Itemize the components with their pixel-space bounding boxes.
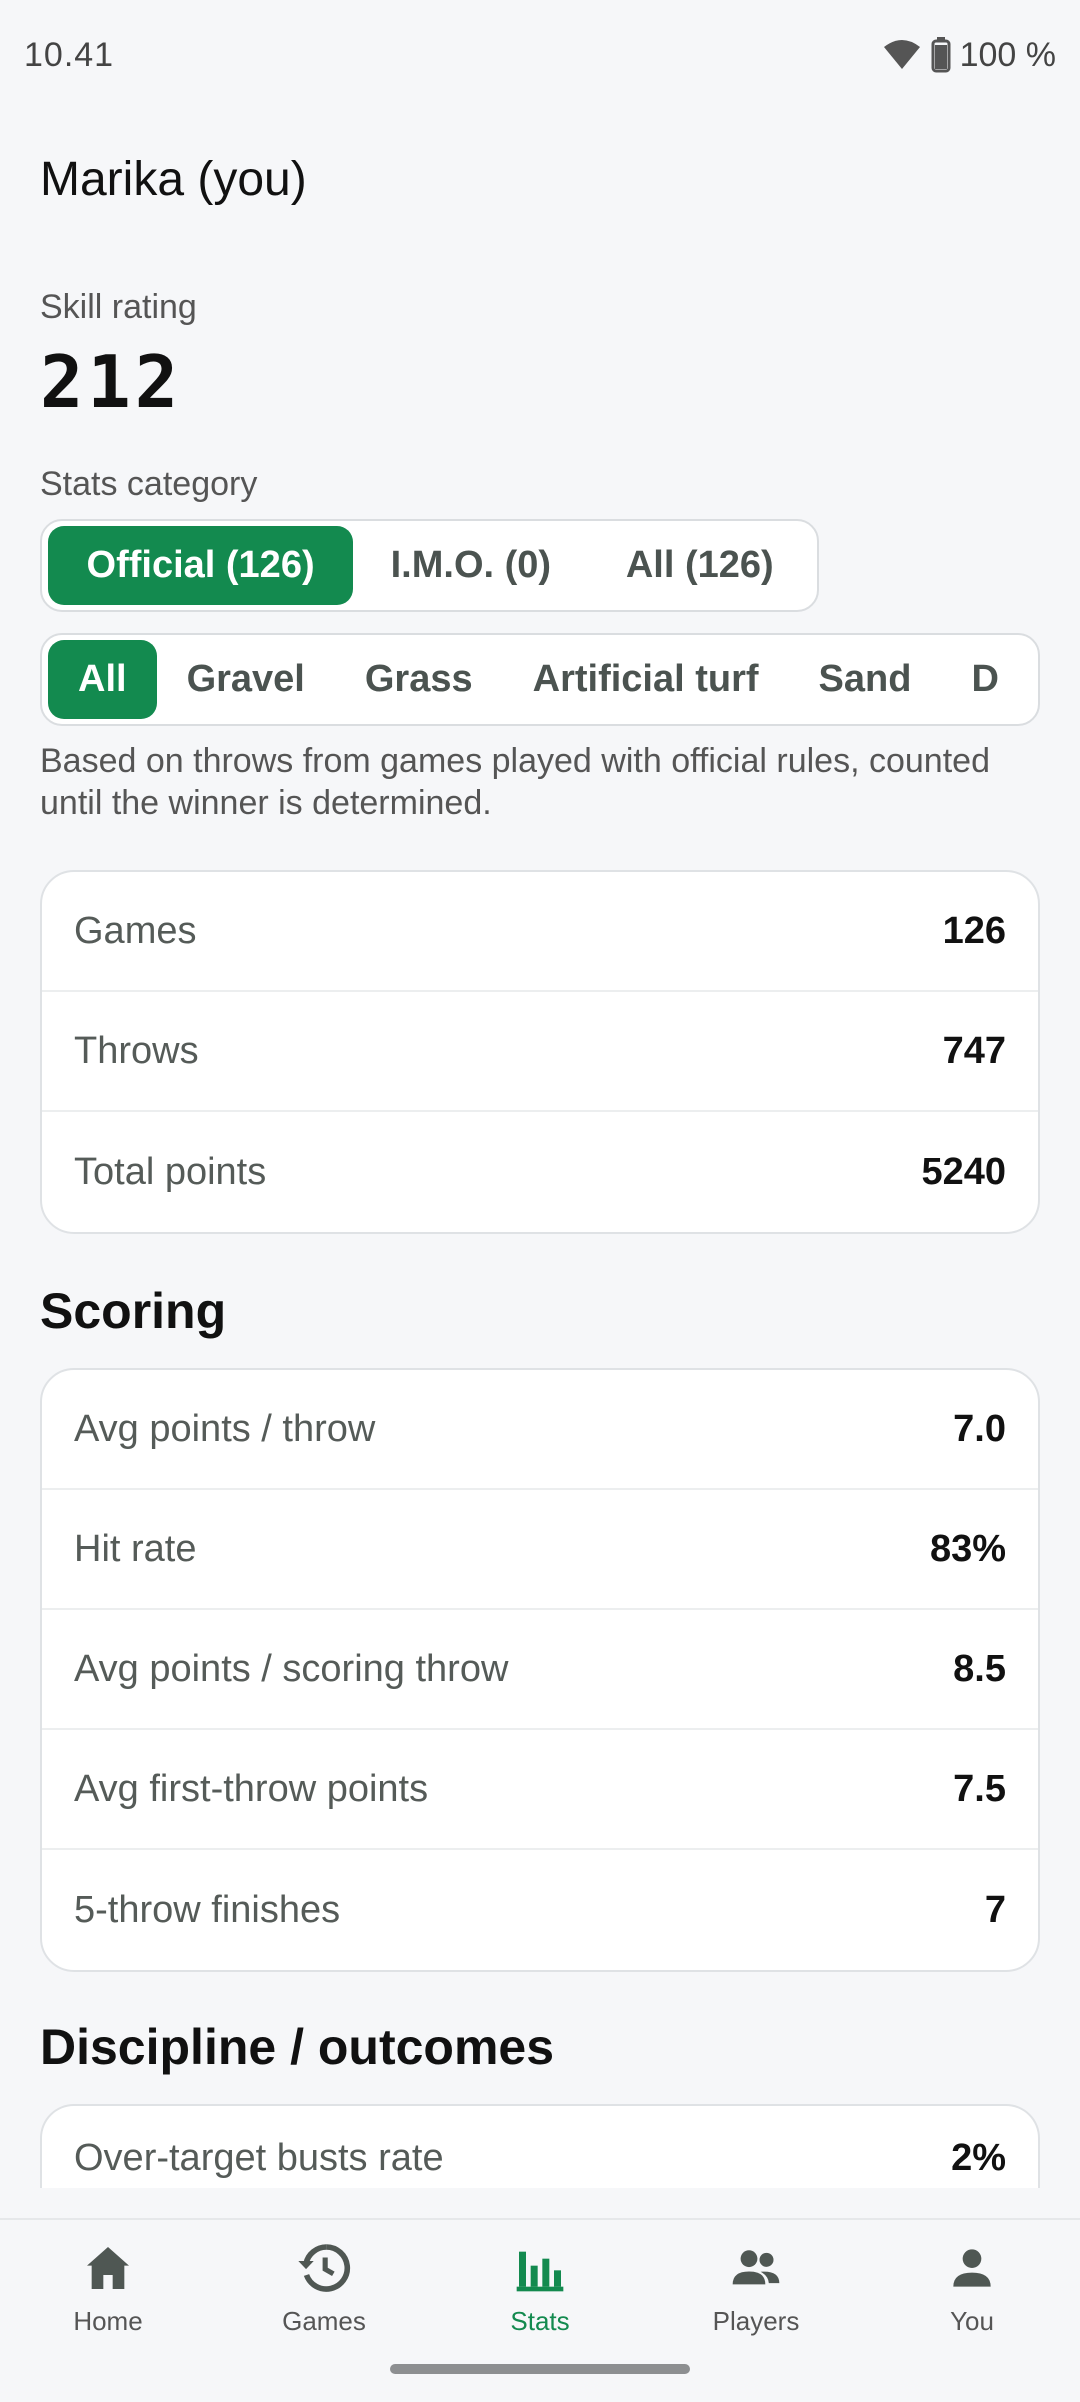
nav-home[interactable]: Home (0, 2220, 216, 2402)
row-value: 126 (942, 909, 1006, 952)
skill-rating-label: Skill rating (40, 288, 197, 326)
nav-players[interactable]: Players (648, 2220, 864, 2402)
battery-icon (931, 37, 951, 73)
row-value: 5240 (921, 1150, 1006, 1193)
bar-chart-icon (516, 2251, 564, 2292)
discipline-row: Over-target busts rate 2% (42, 2106, 1038, 2188)
nav-you[interactable]: You (864, 2220, 1080, 2402)
row-value: 7 (984, 1888, 1006, 1931)
person-icon (953, 2249, 991, 2287)
row-label: Avg points / throw (74, 1407, 376, 1450)
stats-note: Based on throws from games played with o… (40, 742, 990, 822)
row-value: 7.5 (953, 1767, 1006, 1810)
discipline-card: Over-target busts rate 2% (40, 2104, 1040, 2188)
category-official[interactable]: Official (126) (48, 526, 354, 605)
discipline-title: Discipline / outcomes (40, 2019, 555, 2075)
category-imo[interactable]: I.M.O. (0) (353, 526, 588, 605)
scoring-card: Avg points / throw 7.0 Hit rate 83% Avg … (40, 1368, 1040, 1972)
nav-home-label: Home (73, 2306, 143, 2336)
row-label: Avg points / scoring throw (74, 1647, 509, 1690)
nav-stats-label: Stats (510, 2306, 570, 2336)
row-label: Over-target busts rate (74, 2137, 444, 2179)
skill-rating-value: 212 (40, 340, 183, 424)
wifi-icon (883, 40, 920, 69)
surface-all[interactable]: All (48, 640, 157, 719)
status-bar: 10.41 100 % (0, 0, 1080, 110)
surface-artificial-turf[interactable]: Artificial turf (503, 640, 789, 719)
nav-stats[interactable]: Stats (432, 2220, 648, 2402)
row-label: Throws (74, 1029, 199, 1072)
group-icon (732, 2250, 780, 2285)
surface-grass[interactable]: Grass (335, 640, 503, 719)
player-name: Marika (you) (40, 153, 307, 206)
scoring-title: Scoring (40, 1283, 227, 1339)
row-label: Games (74, 909, 197, 952)
category-all[interactable]: All (126) (589, 526, 811, 605)
nav-you-label: You (950, 2306, 994, 2336)
home-icon (87, 2247, 129, 2289)
stats-category-label: Stats category (40, 465, 258, 503)
scoring-row: Hit rate 83% (42, 1490, 1038, 1610)
nav-games[interactable]: Games (216, 2220, 432, 2402)
bottom-navigation: Home Games Stats Players You (0, 2218, 1080, 2402)
row-value: 8.5 (953, 1647, 1006, 1690)
status-icons: 100 % (882, 36, 1056, 75)
surface-sand[interactable]: Sand (789, 640, 942, 719)
history-icon (298, 2244, 351, 2292)
row-value: 747 (942, 1029, 1006, 1072)
status-time: 10.41 (24, 35, 115, 74)
row-label: Total points (74, 1150, 267, 1193)
row-value: 83% (929, 1527, 1006, 1570)
nav-games-label: Games (282, 2306, 366, 2336)
summary-row-throws: Throws 747 (42, 992, 1038, 1112)
scoring-row: 5-throw finishes 7 (42, 1850, 1038, 1970)
scoring-row: Avg points / scoring throw 8.5 (42, 1610, 1038, 1730)
surface-more[interactable]: D (941, 640, 998, 719)
row-label: Hit rate (74, 1527, 197, 1570)
summary-row-games: Games 126 (42, 872, 1038, 992)
summary-card: Games 126 Throws 747 Total points 5240 (40, 870, 1040, 1234)
home-indicator[interactable] (390, 2364, 690, 2374)
scoring-row: Avg points / throw 7.0 (42, 1370, 1038, 1490)
row-label: Avg first-throw points (74, 1767, 429, 1810)
nav-players-label: Players (712, 2306, 800, 2336)
summary-row-total-points: Total points 5240 (42, 1112, 1038, 1232)
surface-filter: All Gravel Grass Artificial turf Sand D (40, 633, 1040, 726)
battery-percent: 100 % (959, 35, 1056, 74)
surface-gravel[interactable]: Gravel (157, 640, 335, 719)
scoring-row: Avg first-throw points 7.5 (42, 1730, 1038, 1850)
stats-category-selector: Official (126) I.M.O. (0) All (126) (40, 519, 819, 612)
row-value: 2% (951, 2137, 1006, 2179)
row-value: 7.0 (953, 1407, 1006, 1450)
row-label: 5-throw finishes (74, 1888, 341, 1931)
